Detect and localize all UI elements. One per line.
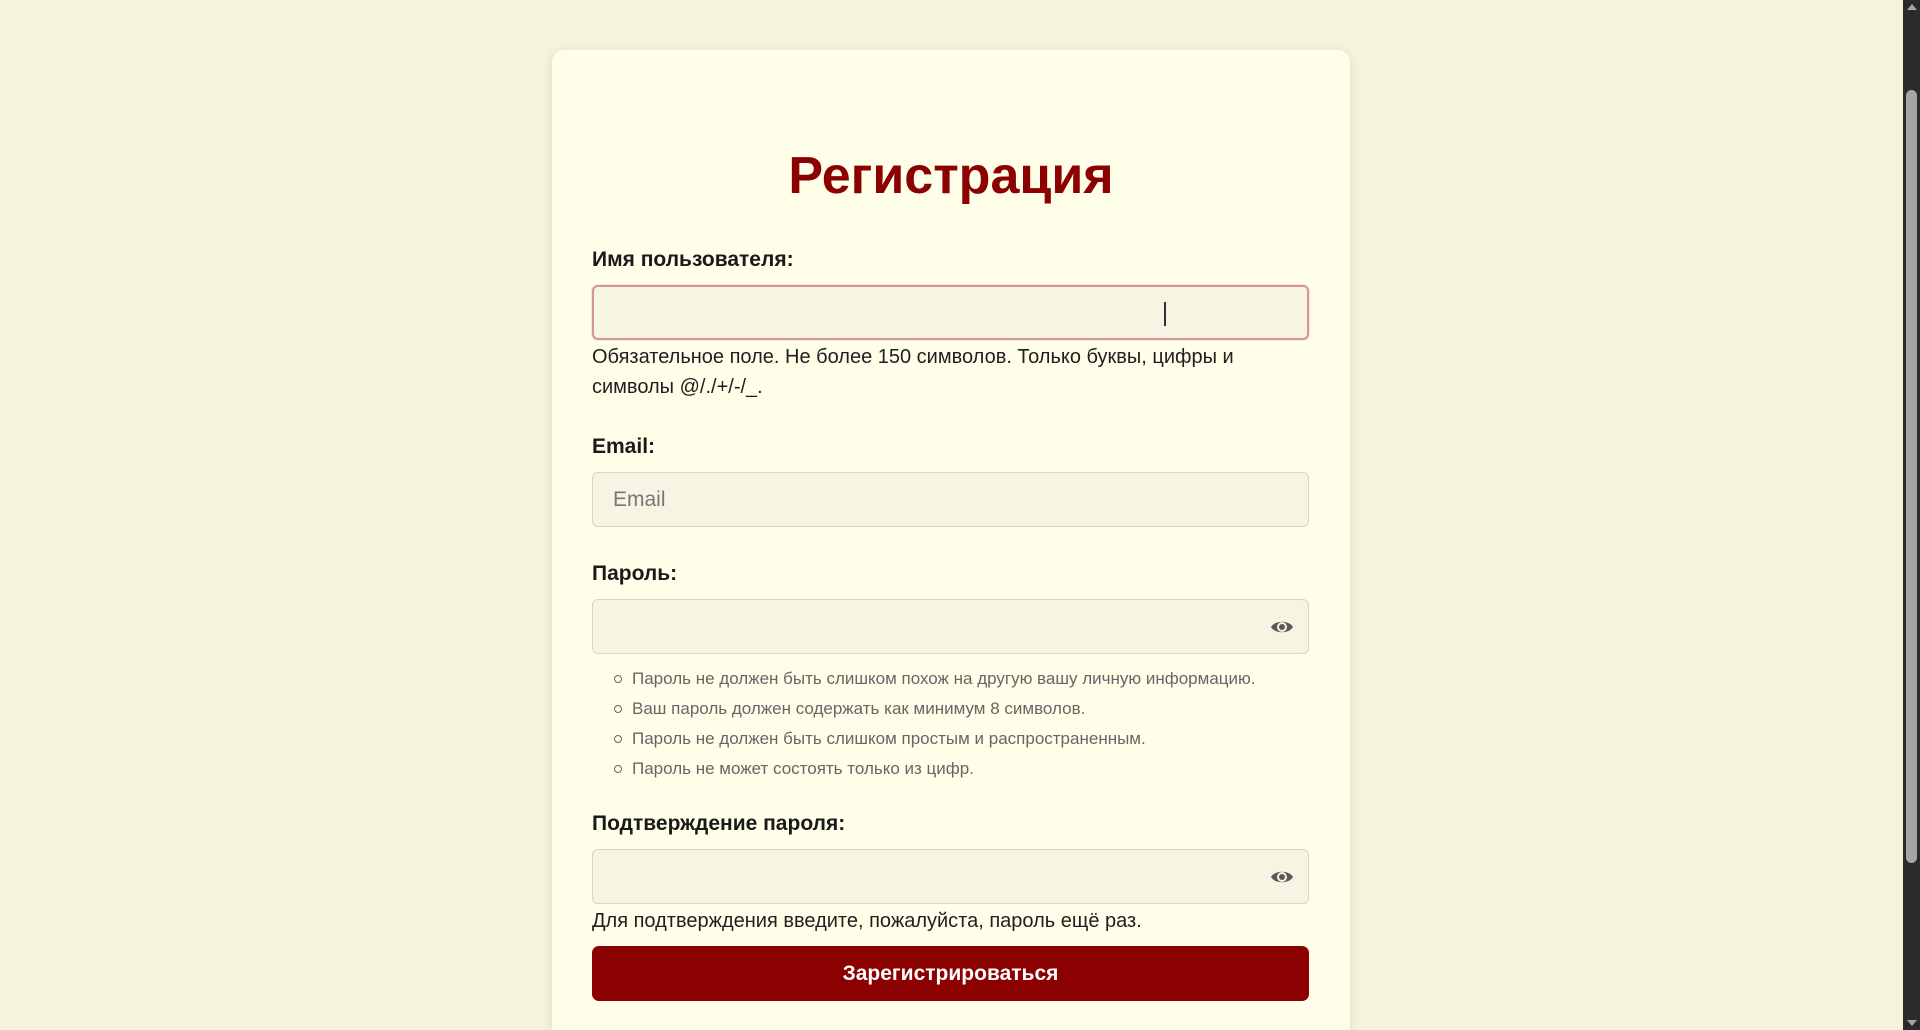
password-confirm-input[interactable]: [592, 849, 1309, 904]
registration-card: Регистрация Имя пользователя: Обязательн…: [552, 50, 1350, 1030]
username-help-text: Обязательное поле. Не более 150 символов…: [592, 346, 1234, 398]
page-title: Регистрация: [788, 147, 1114, 205]
password-rule: Пароль не должен быть слишком простым и …: [613, 724, 1255, 754]
page-viewport: Регистрация Имя пользователя: Обязательн…: [0, 0, 1920, 1030]
text-caret: [1164, 302, 1166, 326]
password-rules-list: Пароль не должен быть слишком похож на д…: [592, 664, 1255, 784]
email-input[interactable]: [592, 472, 1309, 527]
email-label: Email:: [592, 435, 656, 458]
eye-icon[interactable]: [1269, 864, 1295, 890]
password-input[interactable]: [592, 599, 1309, 654]
password-rule: Пароль не может состоять только из цифр.: [613, 754, 1255, 784]
vertical-scrollbar[interactable]: [1903, 0, 1920, 1030]
scroll-up-icon[interactable]: [1907, 4, 1917, 10]
password-label: Пароль:: [592, 562, 678, 585]
scroll-thumb[interactable]: [1906, 90, 1917, 863]
eye-icon[interactable]: [1269, 614, 1295, 640]
password-confirm-help-text: Для подтверждения введите, пожалуйста, п…: [592, 910, 1142, 932]
scroll-down-icon[interactable]: [1907, 1020, 1917, 1026]
password-rule: Пароль не должен быть слишком похож на д…: [613, 664, 1255, 694]
username-input[interactable]: [592, 285, 1309, 340]
username-label: Имя пользователя:: [592, 248, 794, 271]
password-confirm-label: Подтверждение пароля:: [592, 812, 846, 835]
password-rule: Ваш пароль должен содержать как минимум …: [613, 694, 1255, 724]
register-button[interactable]: Зарегистрироваться: [592, 946, 1309, 1001]
